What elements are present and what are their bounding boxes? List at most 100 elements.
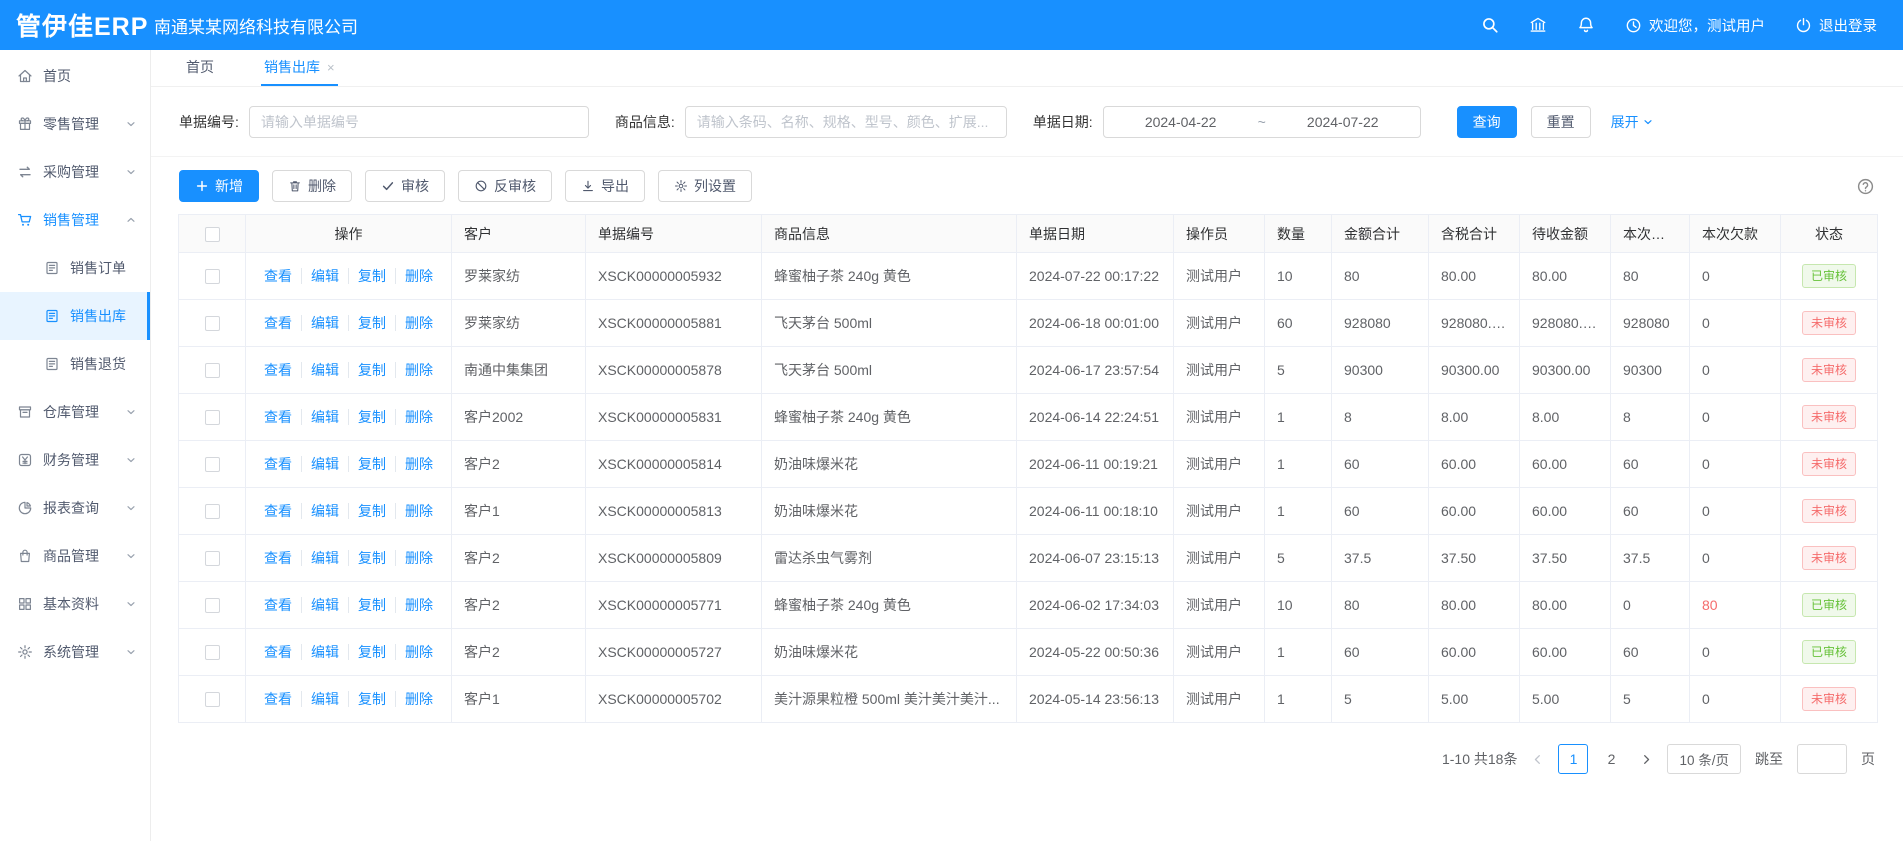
bell-icon[interactable] <box>1577 16 1595 34</box>
row-action-edit[interactable]: 编辑 <box>301 550 339 566</box>
col-header-7: 金额合计 <box>1332 215 1429 253</box>
page-size-select[interactable]: 10 条/页 <box>1667 744 1741 774</box>
row-action-copy[interactable]: 复制 <box>348 456 386 472</box>
cell-tax_total: 5.00 <box>1429 676 1520 723</box>
sidebar-item-5[interactable]: 销售出库 <box>0 292 150 340</box>
row-action-copy[interactable]: 复制 <box>348 409 386 425</box>
row-action-delete[interactable]: 删除 <box>395 503 433 519</box>
page-number-2[interactable]: 2 <box>1596 744 1626 774</box>
row-checkbox[interactable] <box>205 598 220 613</box>
row-checkbox[interactable] <box>205 551 220 566</box>
expand-toggle[interactable]: 展开 <box>1611 112 1654 132</box>
row-action-view[interactable]: 查看 <box>264 268 292 284</box>
toolbar-button-3[interactable]: 反审核 <box>458 170 552 202</box>
row-action-copy[interactable]: 复制 <box>348 597 386 613</box>
row-checkbox[interactable] <box>205 363 220 378</box>
logout-button[interactable]: 退出登录 <box>1795 15 1877 36</box>
toolbar-button-5[interactable]: 列设置 <box>658 170 752 202</box>
reset-button[interactable]: 重置 <box>1531 106 1591 138</box>
bill-no-input[interactable] <box>249 106 589 138</box>
toolbar-button-2[interactable]: 审核 <box>365 170 445 202</box>
product-info-input[interactable] <box>685 106 1007 138</box>
row-checkbox[interactable] <box>205 316 220 331</box>
row-action-edit[interactable]: 编辑 <box>301 315 339 331</box>
row-action-view[interactable]: 查看 <box>264 315 292 331</box>
row-action-delete[interactable]: 删除 <box>395 550 433 566</box>
sidebar-item-0[interactable]: 首页 <box>0 52 150 100</box>
table-row: 查看编辑复制删除客户1XSCK00000005702美汁源果粒橙 500ml 美… <box>179 676 1878 723</box>
prev-page-icon[interactable] <box>1531 753 1544 766</box>
select-all-checkbox[interactable] <box>205 227 220 242</box>
sidebar-item-4[interactable]: 销售订单 <box>0 244 150 292</box>
sidebar-item-12[interactable]: 系统管理 <box>0 628 150 676</box>
row-action-copy[interactable]: 复制 <box>348 644 386 660</box>
row-action-view[interactable]: 查看 <box>264 597 292 613</box>
toolbar-button-0[interactable]: 新增 <box>179 170 259 202</box>
cell-receivable: 60.00 <box>1520 629 1611 676</box>
row-action-view[interactable]: 查看 <box>264 409 292 425</box>
toolbar-button-4[interactable]: 导出 <box>565 170 645 202</box>
sidebar-item-2[interactable]: 采购管理 <box>0 148 150 196</box>
tab-0[interactable]: 首页 <box>183 50 217 86</box>
sidebar-item-7[interactable]: 仓库管理 <box>0 388 150 436</box>
row-action-copy[interactable]: 复制 <box>348 503 386 519</box>
row-action-edit[interactable]: 编辑 <box>301 409 339 425</box>
row-action-view[interactable]: 查看 <box>264 550 292 566</box>
sidebar-item-1[interactable]: 零售管理 <box>0 100 150 148</box>
row-action-edit[interactable]: 编辑 <box>301 691 339 707</box>
sidebar-item-10[interactable]: 商品管理 <box>0 532 150 580</box>
row-action-view[interactable]: 查看 <box>264 644 292 660</box>
help-icon[interactable] <box>1856 177 1875 196</box>
search-icon[interactable] <box>1481 16 1499 34</box>
sidebar-item-9[interactable]: 报表查询 <box>0 484 150 532</box>
date-end: 2024-07-22 <box>1307 114 1379 130</box>
row-checkbox[interactable] <box>205 269 220 284</box>
search-button[interactable]: 查询 <box>1457 106 1517 138</box>
row-action-copy[interactable]: 复制 <box>348 691 386 707</box>
sidebar-item-11[interactable]: 基本资料 <box>0 580 150 628</box>
row-action-view[interactable]: 查看 <box>264 362 292 378</box>
row-action-edit[interactable]: 编辑 <box>301 597 339 613</box>
welcome-user[interactable]: 欢迎您，测试用户 <box>1625 15 1765 36</box>
row-action-edit[interactable]: 编辑 <box>301 268 339 284</box>
date-range-picker[interactable]: 2024-04-22 ~ 2024-07-22 <box>1103 106 1421 138</box>
row-action-delete[interactable]: 删除 <box>395 268 433 284</box>
cell-bill_no: XSCK00000005814 <box>586 441 762 488</box>
row-action-view[interactable]: 查看 <box>264 691 292 707</box>
cell-tax_total: 80.00 <box>1429 253 1520 300</box>
row-checkbox[interactable] <box>205 692 220 707</box>
sidebar-item-8[interactable]: 财务管理 <box>0 436 150 484</box>
row-action-view[interactable]: 查看 <box>264 503 292 519</box>
row-action-view[interactable]: 查看 <box>264 456 292 472</box>
page-number-1[interactable]: 1 <box>1558 744 1588 774</box>
chevron-down-icon <box>125 118 137 130</box>
row-action-edit[interactable]: 编辑 <box>301 456 339 472</box>
tab-1[interactable]: 销售出库× <box>261 50 338 86</box>
row-action-delete[interactable]: 删除 <box>395 456 433 472</box>
row-action-copy[interactable]: 复制 <box>348 268 386 284</box>
row-action-edit[interactable]: 编辑 <box>301 362 339 378</box>
row-checkbox[interactable] <box>205 645 220 660</box>
close-icon[interactable]: × <box>327 60 335 75</box>
sidebar-item-3[interactable]: 销售管理 <box>0 196 150 244</box>
row-action-copy[interactable]: 复制 <box>348 362 386 378</box>
row-action-delete[interactable]: 删除 <box>395 409 433 425</box>
row-action-delete[interactable]: 删除 <box>395 691 433 707</box>
toolbar-button-1[interactable]: 删除 <box>272 170 352 202</box>
row-checkbox[interactable] <box>205 457 220 472</box>
jump-page-input[interactable] <box>1797 744 1847 774</box>
row-action-edit[interactable]: 编辑 <box>301 644 339 660</box>
row-action-delete[interactable]: 删除 <box>395 362 433 378</box>
row-action-copy[interactable]: 复制 <box>348 315 386 331</box>
row-action-delete[interactable]: 删除 <box>395 597 433 613</box>
next-page-icon[interactable] <box>1640 753 1653 766</box>
row-action-edit[interactable]: 编辑 <box>301 503 339 519</box>
row-action-delete[interactable]: 删除 <box>395 644 433 660</box>
row-action-delete[interactable]: 删除 <box>395 315 433 331</box>
row-action-copy[interactable]: 复制 <box>348 550 386 566</box>
sidebar-item-6[interactable]: 销售退货 <box>0 340 150 388</box>
bank-icon[interactable] <box>1529 16 1547 34</box>
cell-customer: 客户2 <box>452 441 586 488</box>
row-checkbox[interactable] <box>205 410 220 425</box>
row-checkbox[interactable] <box>205 504 220 519</box>
